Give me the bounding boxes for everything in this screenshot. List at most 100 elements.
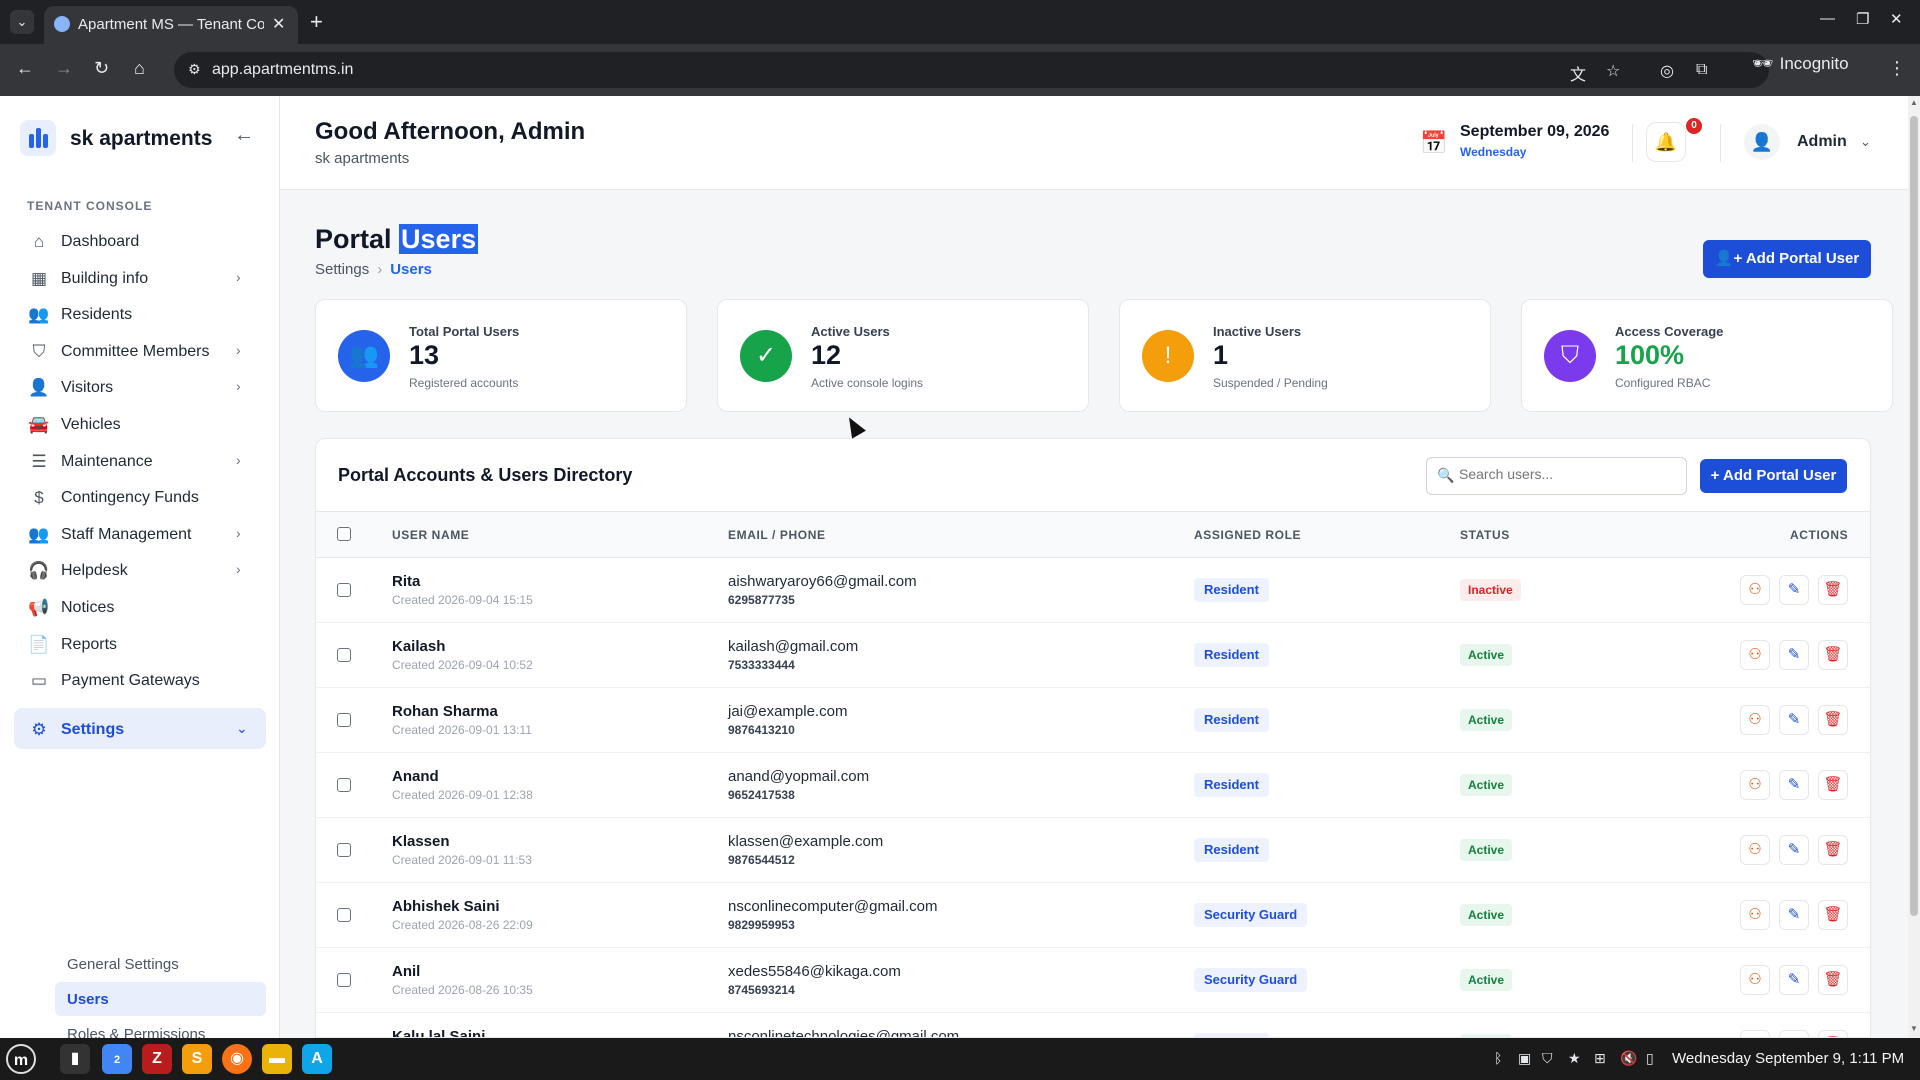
assign-user-icon[interactable]: ⚇ (1740, 835, 1770, 865)
assign-user-icon[interactable]: ⚇ (1740, 1030, 1770, 1037)
user-menu-chevron-down-icon[interactable]: ⌄ (1860, 134, 1871, 150)
scroll-down-icon[interactable]: ▼ (1910, 1024, 1918, 1033)
brand[interactable]: sk apartments ← (20, 120, 260, 160)
edit-icon[interactable]: ✎ (1779, 835, 1809, 865)
assign-user-icon[interactable]: ⚇ (1740, 900, 1770, 930)
back-icon[interactable]: ← (16, 58, 34, 79)
edit-icon[interactable]: ✎ (1779, 770, 1809, 800)
add-portal-user-button[interactable]: 👤+ Add Portal User (1703, 240, 1871, 278)
settings-subitem-users[interactable]: Users (55, 982, 266, 1016)
sidebar-item-contingency-funds[interactable]: $ Contingency Funds (14, 476, 266, 513)
assign-user-icon[interactable]: ⚇ (1740, 640, 1770, 670)
extension-color-icon[interactable]: ◎ (1660, 61, 1674, 81)
page-scrollbar[interactable]: ▲ ▼ (1908, 96, 1920, 1038)
favorites-star-icon[interactable]: ★ (1568, 1050, 1581, 1067)
col-assigned-role[interactable]: ASSIGNED ROLE (1194, 528, 1301, 542)
filezilla-icon[interactable]: Z (142, 1044, 172, 1074)
sublime-text-icon[interactable]: S (182, 1044, 212, 1074)
volume-mute-icon[interactable]: 🔇 (1620, 1050, 1637, 1067)
sidebar-item-building-info[interactable]: ▦ Building info › (14, 257, 266, 294)
new-tab-plus-icon[interactable]: + (310, 9, 323, 35)
tab-search-chevron-down-icon[interactable]: ⌄ (10, 10, 34, 34)
chrome-icon[interactable]: 2 (102, 1044, 132, 1074)
address-bar[interactable]: ⚙ app.apartmentms.in 文 ☆ ◎ ⧉ (174, 52, 1769, 88)
delete-trash-icon[interactable]: 🗑 (1818, 770, 1848, 800)
network-icon[interactable]: ⊞ (1594, 1050, 1606, 1067)
row-checkbox[interactable] (337, 583, 351, 597)
settings-subitem-general-settings[interactable]: General Settings (55, 947, 266, 981)
incognito-indicator[interactable]: 🕶 Incognito (1752, 54, 1872, 86)
row-checkbox[interactable] (337, 973, 351, 987)
breadcrumb-settings[interactable]: Settings (315, 261, 369, 278)
scroll-thumb[interactable] (1910, 116, 1918, 916)
assign-user-icon[interactable]: ⚇ (1740, 575, 1770, 605)
edit-icon[interactable]: ✎ (1779, 965, 1809, 995)
terminal-icon[interactable]: ▮ (60, 1044, 90, 1074)
sidebar-item-reports[interactable]: 📄 Reports (14, 623, 266, 660)
bookmark-star-icon[interactable]: ☆ (1606, 61, 1620, 81)
search-input[interactable] (1459, 466, 1674, 482)
row-checkbox[interactable] (337, 713, 351, 727)
home-icon[interactable]: ⌂ (134, 58, 145, 79)
assign-user-icon[interactable]: ⚇ (1740, 705, 1770, 735)
bluetooth-icon[interactable]: ᛒ (1494, 1050, 1502, 1066)
browser-menu-icon[interactable]: ⋮ (1888, 58, 1906, 79)
battery-icon[interactable]: ▯ (1646, 1050, 1654, 1067)
select-all-checkbox[interactable] (337, 527, 351, 541)
sidebar-item-maintenance[interactable]: ☰ Maintenance › (14, 440, 266, 477)
row-checkbox[interactable] (337, 778, 351, 792)
edit-icon[interactable]: ✎ (1779, 640, 1809, 670)
sidebar-item-committee-members[interactable]: ⛉ Committee Members › (14, 330, 266, 367)
delete-trash-icon[interactable]: 🗑 (1818, 705, 1848, 735)
col-email-phone[interactable]: EMAIL / PHONE (728, 528, 826, 542)
edit-icon[interactable]: ✎ (1779, 705, 1809, 735)
row-checkbox[interactable] (337, 908, 351, 922)
reload-icon[interactable]: ↻ (94, 58, 109, 79)
sidebar-item-payment-gateways[interactable]: ▭ Payment Gateways (14, 659, 266, 696)
files-folder-icon[interactable]: ▬ (262, 1044, 292, 1074)
edit-icon[interactable]: ✎ (1779, 575, 1809, 605)
col-status[interactable]: STATUS (1460, 528, 1510, 542)
delete-trash-icon[interactable]: 🗑 (1818, 965, 1848, 995)
minimize-icon[interactable]: — (1820, 10, 1835, 27)
delete-trash-icon[interactable]: 🗑 (1818, 835, 1848, 865)
user-menu-name[interactable]: Admin (1797, 133, 1847, 151)
edit-icon[interactable]: ✎ (1779, 1030, 1809, 1037)
clipboard-icon[interactable]: ▣ (1518, 1050, 1531, 1067)
tab-close-icon[interactable]: ✕ (272, 14, 285, 34)
delete-trash-icon[interactable]: 🗑 (1818, 900, 1848, 930)
start-menu-icon[interactable]: m (6, 1044, 36, 1074)
sidebar-item-dashboard[interactable]: ⌂ Dashboard (14, 220, 266, 257)
sidebar-item-vehicles[interactable]: 🚘 Vehicles (14, 403, 266, 440)
assign-user-icon[interactable]: ⚇ (1740, 965, 1770, 995)
delete-trash-icon[interactable]: 🗑 (1818, 640, 1848, 670)
extensions-puzzle-icon[interactable]: ⧉ (1696, 61, 1707, 79)
browser-tab[interactable]: Apartment MS — Tenant Console ✕ (44, 6, 298, 44)
user-avatar-icon[interactable]: 👤 (1744, 124, 1780, 160)
shield-tray-icon[interactable]: ⛉ (1542, 1050, 1553, 1067)
sidebar-item-settings[interactable]: ⚙ Settings ⌄ (14, 707, 266, 749)
directory-add-portal-user-button[interactable]: + Add Portal User (1700, 459, 1847, 493)
notifications-bell-icon[interactable]: 🔔 (1646, 122, 1686, 162)
forward-icon[interactable]: → (55, 58, 73, 79)
site-info-icon[interactable]: ⚙ (188, 61, 201, 78)
translate-icon[interactable]: 文 (1570, 61, 1586, 85)
assign-user-icon[interactable]: ⚇ (1740, 770, 1770, 800)
sidebar-item-staff-management[interactable]: 👥 Staff Management › (14, 513, 266, 550)
collapse-sidebar-arrow-left-icon[interactable]: ← (234, 124, 254, 147)
sidebar-item-visitors[interactable]: 👤 Visitors › (14, 366, 266, 403)
sidebar-item-notices[interactable]: 📢 Notices (14, 586, 266, 623)
delete-trash-icon[interactable]: 🗑 (1818, 1030, 1848, 1037)
sidebar-item-helpdesk[interactable]: 🎧 Helpdesk › (14, 549, 266, 586)
firefox-icon[interactable]: ◉ (222, 1044, 252, 1074)
col-user-name[interactable]: USER NAME (392, 528, 469, 542)
restore-icon[interactable]: ❐ (1856, 10, 1869, 28)
delete-trash-icon[interactable]: 🗑 (1818, 575, 1848, 605)
edit-icon[interactable]: ✎ (1779, 900, 1809, 930)
app-launcher-icon[interactable]: A (302, 1044, 332, 1074)
taskbar-clock[interactable]: Wednesday September 9, 1:11 PM (1672, 1050, 1904, 1067)
sidebar-item-residents[interactable]: 👥 Residents (14, 293, 266, 330)
search-box[interactable]: 🔍 (1426, 457, 1687, 495)
window-close-icon[interactable]: ✕ (1890, 10, 1903, 28)
row-checkbox[interactable] (337, 843, 351, 857)
